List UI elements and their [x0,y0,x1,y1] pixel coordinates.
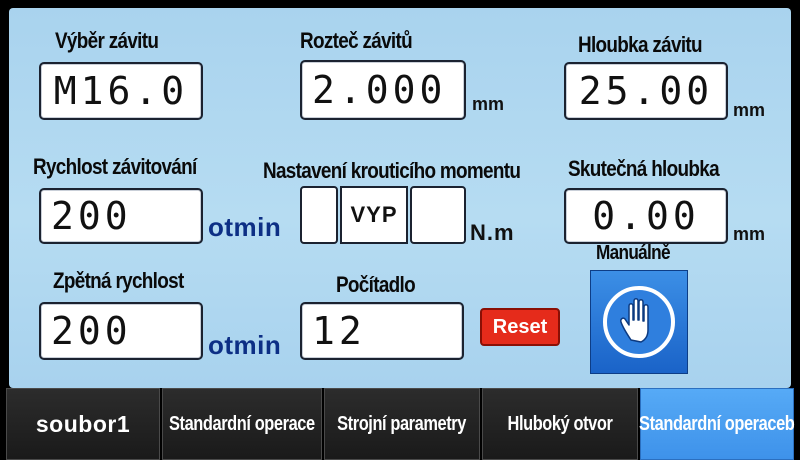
torque-value[interactable]: VYP [340,186,408,244]
return-speed-unit: otmin [208,330,282,360]
tab-standard-operation[interactable]: Standardní operace [162,388,322,460]
tab-label: Standardní operace [169,412,315,435]
counter-reset-button[interactable]: Reset [480,308,560,346]
tab-soubor1[interactable]: soubor1 [6,388,160,460]
manual-label: Manuálně [596,242,671,264]
manual-button[interactable] [590,270,688,374]
thread-depth-label: Hloubka závitu [578,32,703,57]
thread-pitch-field[interactable]: 2.000 [300,60,466,120]
actual-depth-unit: mm [733,224,766,244]
thread-select-label: Výběr závitu [55,28,159,53]
actual-depth-field: 0.00 [564,188,728,244]
thread-pitch-unit: mm [472,94,505,114]
thread-depth-field[interactable]: 25.00 [564,62,728,120]
screen: Výběr závitu M16.0 Rozteč závitů 2.000 m… [0,0,800,460]
torque-decrease-button[interactable] [300,186,338,244]
tab-label: soubor1 [35,410,131,437]
return-speed-field[interactable]: 200 [39,302,203,360]
thread-depth-unit: mm [733,100,766,120]
actual-depth-label: Skutečná hloubka [568,156,720,181]
tab-standard-operation-b[interactable]: Standardní operaceb [639,388,795,460]
torque-increase-button[interactable] [410,186,466,244]
thread-pitch-label: Rozteč závitů [300,28,413,53]
thread-select-field[interactable]: M16.0 [39,62,203,120]
torque-unit: N.m [470,220,515,245]
tapping-speed-label: Rychlost závitování [33,154,197,179]
tab-machine-parameters[interactable]: Strojní parametry [324,388,480,460]
torque-label: Nastavení krouticího momentu [263,158,521,183]
hand-stop-icon [603,286,675,358]
tapping-speed-unit: otmin [208,212,282,242]
return-speed-label: Zpětná rychlost [53,268,184,293]
tab-deep-hole[interactable]: Hluboký otvor [482,388,638,460]
tab-label: Strojní parametry [337,412,467,435]
tapping-speed-field[interactable]: 200 [39,188,203,244]
torque-control[interactable]: VYP [300,186,466,244]
counter-field: 12 [300,302,464,360]
counter-label: Počítadlo [336,272,416,297]
bottom-tab-bar: soubor1 Standardní operace Strojní param… [0,388,800,460]
tab-label: Hluboký otvor [507,412,613,435]
tab-label: Standardní operaceb [639,412,795,435]
